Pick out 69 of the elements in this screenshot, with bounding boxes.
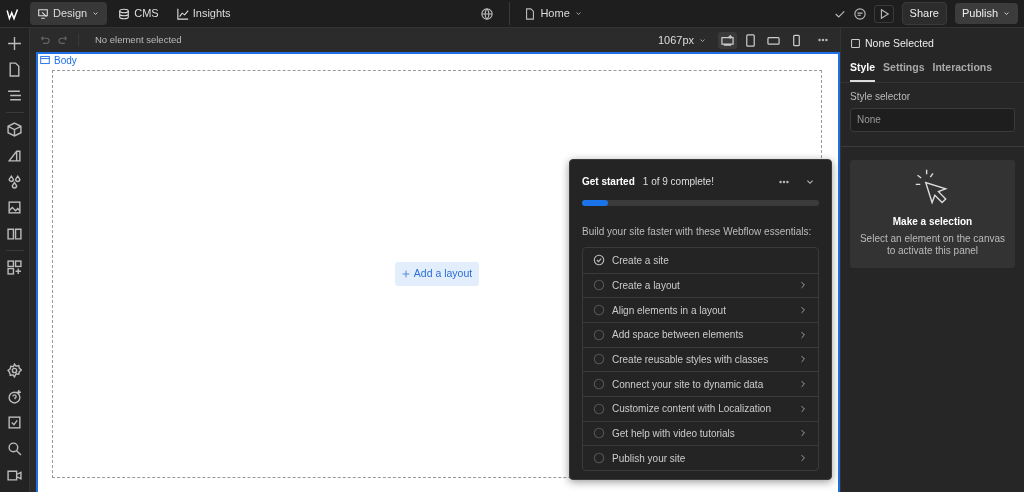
width-selector[interactable]: 1067px <box>650 28 714 52</box>
chevron-right-icon <box>798 403 808 414</box>
checklist-item[interactable]: Publish your site <box>583 445 818 470</box>
mode-tab[interactable]: Design <box>30 2 108 25</box>
empty-state-text: Select an element on the canvas to activate this panel <box>858 232 1007 258</box>
phone-icon <box>790 33 803 47</box>
chart-icon <box>176 7 189 20</box>
checklist-item[interactable]: Create a site <box>583 247 818 273</box>
tablet-icon <box>744 33 757 47</box>
breakpoint-button[interactable] <box>718 31 737 49</box>
add-icon <box>7 36 22 51</box>
empty-state-title: Make a selection <box>891 214 974 229</box>
redo-icon <box>58 34 70 46</box>
checklist-item[interactable]: Connect your site to dynamic data <box>583 371 818 396</box>
field-label: Style selector <box>850 89 912 104</box>
database-icon <box>118 7 131 20</box>
panel-tab[interactable]: Interactions <box>932 55 993 82</box>
globe-icon <box>481 7 494 20</box>
navigator-icon <box>7 88 22 103</box>
checklist-item[interactable]: Get help with video tutorials <box>583 420 818 446</box>
help-icon <box>7 389 22 404</box>
book-icon <box>7 226 22 241</box>
chevron-right-icon <box>798 354 808 365</box>
progress-text: 1 of 9 complete! <box>642 175 714 190</box>
apps-icon <box>7 260 22 275</box>
panel-tab[interactable]: Settings <box>883 55 925 82</box>
chevron-right-icon <box>798 428 808 439</box>
mode-tab[interactable]: CMS <box>111 2 166 25</box>
chevron-right-icon <box>798 280 808 291</box>
chevron-right-icon <box>798 453 808 464</box>
search-icon <box>7 441 22 456</box>
add-layout-button[interactable]: Add a layout <box>394 262 480 286</box>
checklist-item[interactable]: Create reusable styles with classes <box>583 346 818 372</box>
mode-tab[interactable]: Insights <box>169 2 238 25</box>
rail-button[interactable] <box>4 258 25 277</box>
chevron-right-icon <box>798 379 808 390</box>
chevron-right-icon <box>798 329 808 340</box>
selection-status: No element selected <box>95 32 182 47</box>
page-icon <box>524 7 537 20</box>
checklist-intro: Build your site faster with these Webflow essentials: <box>582 224 813 239</box>
page-icon <box>7 62 22 77</box>
checklist-title: Get started <box>582 175 635 190</box>
comment-icon <box>853 7 866 20</box>
checklist-item[interactable]: Align elements in a layout <box>583 297 818 322</box>
body-icon <box>40 55 50 65</box>
cube-icon <box>7 122 22 137</box>
style-selector-field[interactable]: None <box>850 107 1015 132</box>
checklist-item[interactable]: Add space between elements <box>583 321 818 347</box>
style-icon <box>7 148 22 163</box>
chevron-right-icon <box>798 305 808 316</box>
rail-button[interactable] <box>4 361 25 380</box>
image-icon <box>7 200 22 215</box>
checklist-item[interactable]: Customize content with Localization <box>583 395 818 421</box>
selection-label: None Selected <box>865 36 934 51</box>
plus-icon <box>401 270 410 278</box>
undo-icon <box>38 34 50 46</box>
page-selector[interactable]: Home <box>509 2 590 25</box>
checklist-item[interactable]: Create a layout <box>583 272 818 298</box>
element-label: Body <box>54 53 77 68</box>
preview-button[interactable] <box>873 4 894 23</box>
square-icon <box>850 38 861 50</box>
share-button[interactable]: Share <box>901 2 947 25</box>
rail-button[interactable] <box>4 120 25 139</box>
desktop-icon <box>721 33 734 47</box>
drops-icon <box>7 174 22 189</box>
panel-tab[interactable]: Style <box>850 55 876 82</box>
publish-button[interactable]: Publish <box>954 3 1018 24</box>
settings-icon <box>7 363 22 378</box>
checkbox-icon <box>7 415 22 430</box>
